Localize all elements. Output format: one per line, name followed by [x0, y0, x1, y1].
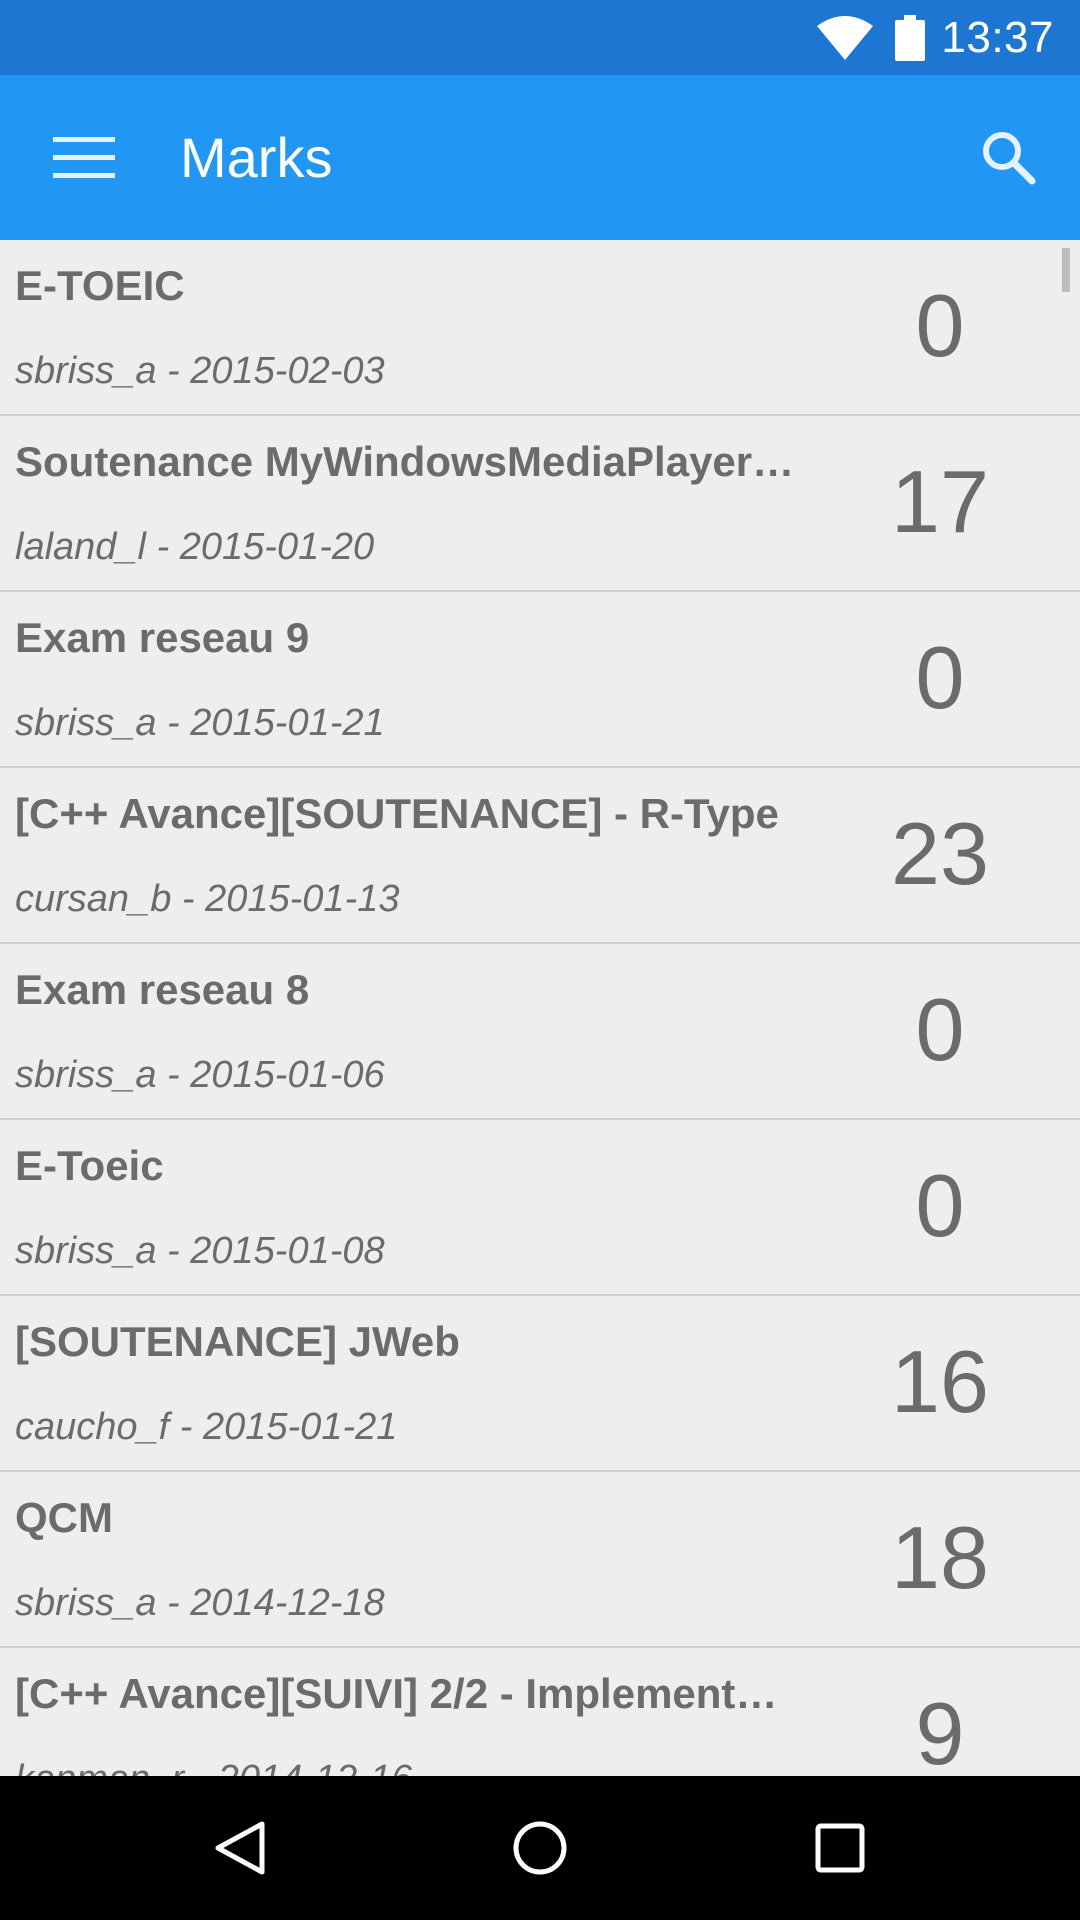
status-bar: 13:37: [0, 0, 1080, 75]
marks-list[interactable]: E-TOEIC sbriss_a - 2015-02-03 0 Soutenan…: [0, 240, 1080, 1776]
mark-title: E-Toeic: [15, 1142, 164, 1189]
mark-value: 0: [915, 276, 965, 375]
scrollbar[interactable]: [1062, 248, 1070, 292]
mark-title: [C++ Avance][SUIVI] 2/2 - Implement…: [15, 1670, 778, 1717]
mark-title: Exam reseau 9: [15, 614, 310, 661]
mark-author-date: caucho_f - 2015-01-21: [15, 1406, 398, 1448]
recent-apps-button[interactable]: [800, 1808, 880, 1888]
wifi-icon: [817, 15, 874, 60]
list-item[interactable]: [SOUTENANCE] JWeb caucho_f - 2015-01-21 …: [0, 1296, 1080, 1472]
home-icon: [513, 1821, 567, 1875]
mark-author-date: sbriss_a - 2015-01-21: [15, 702, 385, 744]
list-item[interactable]: [C++ Avance][SUIVI] 2/2 - Implement… kan…: [0, 1648, 1080, 1776]
back-icon: [215, 1821, 265, 1875]
search-icon: [983, 132, 1036, 185]
hamburger-menu-icon: [53, 136, 115, 178]
mark-value: 0: [915, 980, 965, 1079]
mark-value: 16: [891, 1332, 989, 1431]
back-button[interactable]: [200, 1808, 280, 1888]
mark-author-date: kanman_r - 2014-12-16: [15, 1758, 412, 1776]
mark-value: 18: [891, 1508, 989, 1607]
list-item[interactable]: [C++ Avance][SOUTENANCE] - R-Type cursan…: [0, 768, 1080, 944]
mark-value: 0: [915, 1156, 965, 1255]
page-title: Marks: [180, 126, 333, 189]
mark-title: Exam reseau 8: [15, 966, 310, 1013]
mark-author-date: sbriss_a - 2014-12-18: [15, 1582, 385, 1624]
mark-value: 17: [891, 452, 989, 551]
list-item[interactable]: Exam reseau 9 sbriss_a - 2015-01-21 0: [0, 592, 1080, 768]
recent-apps-icon: [815, 1823, 865, 1873]
system-navigation-bar: [0, 1776, 1080, 1920]
app-toolbar: Marks: [0, 75, 1080, 240]
navigation-drawer-button[interactable]: [42, 116, 126, 200]
mark-value: 9: [915, 1684, 965, 1777]
mark-title: [SOUTENANCE] JWeb: [15, 1318, 460, 1365]
mark-author-date: sbriss_a - 2015-01-08: [15, 1230, 385, 1272]
status-time: 13:37: [941, 12, 1054, 62]
mark-title: QCM: [15, 1494, 113, 1541]
list-item[interactable]: E-TOEIC sbriss_a - 2015-02-03 0: [0, 240, 1080, 416]
mark-author-date: cursan_b - 2015-01-13: [15, 878, 400, 920]
list-item[interactable]: E-Toeic sbriss_a - 2015-01-08 0: [0, 1120, 1080, 1296]
search-button[interactable]: [966, 115, 1050, 199]
mark-author-date: sbriss_a - 2015-02-03: [15, 350, 385, 392]
mark-author-date: laland_l - 2015-01-20: [15, 526, 375, 568]
mark-title: Soutenance MyWindowsMediaPlayer…: [15, 438, 795, 485]
mark-title: E-TOEIC: [15, 262, 185, 309]
mark-author-date: sbriss_a - 2015-01-06: [15, 1054, 385, 1096]
mark-value: 23: [891, 804, 989, 903]
list-item[interactable]: Soutenance MyWindowsMediaPlayer… laland_…: [0, 416, 1080, 592]
list-item[interactable]: QCM sbriss_a - 2014-12-18 18: [0, 1472, 1080, 1648]
list-item[interactable]: Exam reseau 8 sbriss_a - 2015-01-06 0: [0, 944, 1080, 1120]
home-button[interactable]: [500, 1808, 580, 1888]
battery-icon: [895, 14, 926, 61]
mark-value: 0: [915, 628, 965, 727]
mark-title: [C++ Avance][SOUTENANCE] - R-Type: [15, 790, 779, 837]
